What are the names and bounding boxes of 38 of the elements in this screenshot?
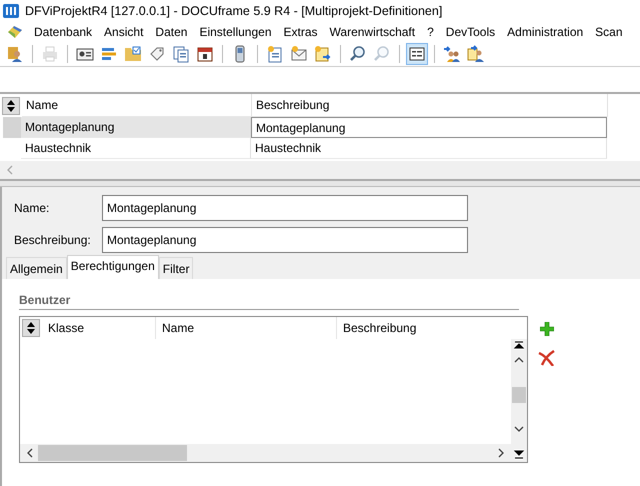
column-header[interactable]: Beschreibung [337,317,416,339]
horizontal-scrollbar[interactable] [0,161,640,179]
add-icon[interactable] [540,322,554,336]
sort-icon[interactable] [22,319,40,337]
form-view-icon[interactable] [406,43,428,65]
field-label: Name: [14,201,50,215]
menu-item[interactable]: Datenbank [28,25,98,39]
menu-item[interactable]: ? [421,25,440,39]
text-field[interactable]: Montageplanung [102,195,468,221]
window-title: DFViProjektR4 [127.0.0.1] - DOCUframe 5.9 R4 - [Multiprojekt-Definitionen] [25,4,442,18]
horizontal-scrollbar[interactable] [20,444,527,462]
column-header[interactable]: Klasse [46,317,156,339]
table-cell: Haustechnik [21,138,251,159]
menu-item[interactable]: Administration [501,25,590,39]
menu-item[interactable]: Warenwirtschaft [324,25,422,39]
text-field[interactable]: Montageplanung [102,227,468,253]
field-label: Beschreibung: [14,233,92,247]
vertical-scrollbar[interactable] [511,339,527,444]
people-document-icon[interactable] [465,43,487,65]
tab[interactable]: Allgemein [6,257,67,279]
menu-item[interactable]: Extras [278,25,324,39]
sort-icon[interactable] [2,96,20,114]
table-cell: Haustechnik [251,138,607,159]
pencil-icon[interactable] [6,24,24,40]
column-header[interactable]: Beschreibung [252,94,608,117]
delete-icon[interactable] [538,350,556,366]
section-heading: Benutzer [19,293,519,310]
menu-item[interactable]: Scan [589,25,629,39]
menu-item[interactable]: Ansicht [98,25,150,39]
tab[interactable]: Berechtigungen [66,255,159,279]
column-header[interactable]: Name [156,317,337,339]
menu-item[interactable]: DevTools [440,25,502,39]
table-cell: Montageplanung [21,117,251,138]
menu-item[interactable]: Einstellungen [193,25,278,39]
table-cell: Montageplanung [251,117,607,138]
app-icon [3,3,19,19]
menu-item[interactable]: Daten [149,25,194,39]
tab[interactable]: Filter [158,257,194,279]
